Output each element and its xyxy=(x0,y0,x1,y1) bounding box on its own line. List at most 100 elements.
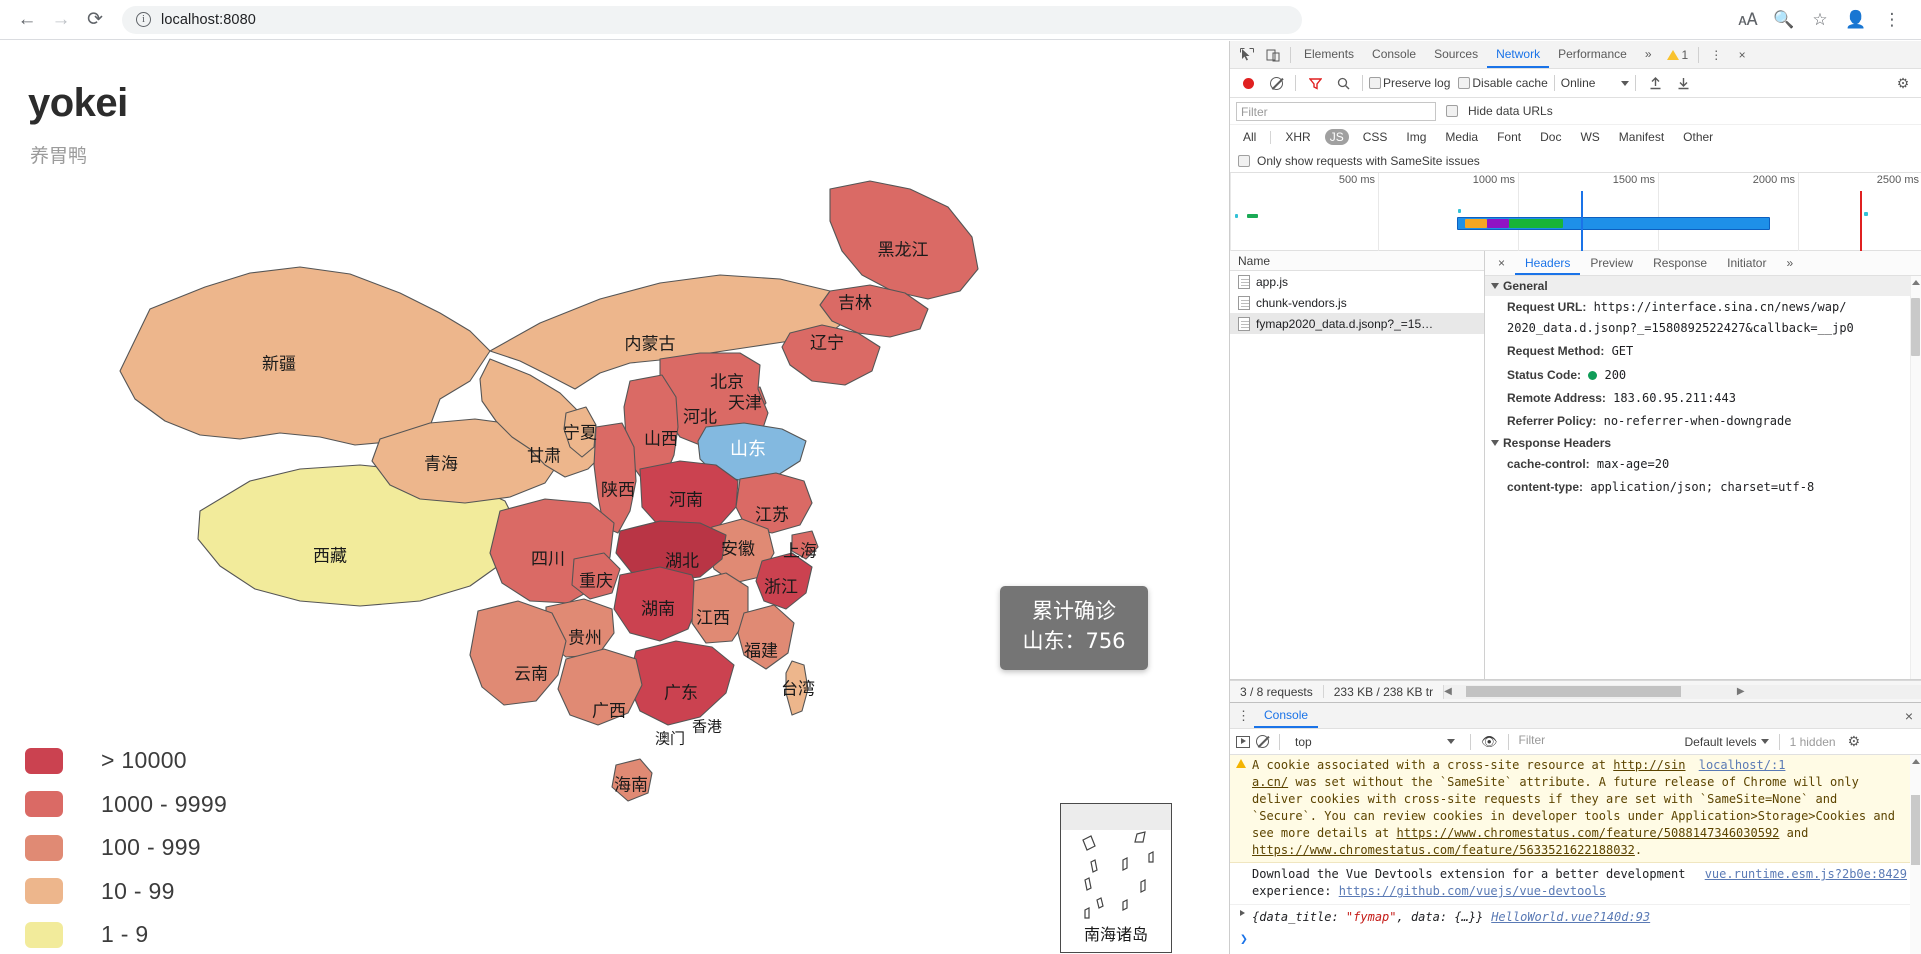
request-headers-scroll[interactable]: General Request URL: https://interface.s… xyxy=(1485,276,1921,679)
execution-context-icon[interactable] xyxy=(1236,735,1250,748)
scrollbar-thumb[interactable] xyxy=(1911,795,1920,865)
preserve-log-checkbox[interactable] xyxy=(1369,77,1381,89)
console-clear-icon[interactable] xyxy=(1256,735,1269,748)
throttling-select[interactable]: Online xyxy=(1561,76,1630,90)
network-settings-gear-icon[interactable]: ⚙ xyxy=(1890,70,1916,96)
type-filter-img[interactable]: Img xyxy=(1401,129,1431,145)
profile-icon[interactable]: 👤 xyxy=(1841,5,1871,35)
browser-menu-icon[interactable]: ⋮ xyxy=(1877,5,1907,35)
legend-swatch xyxy=(25,834,63,861)
detail-tab-initiator[interactable]: Initiator xyxy=(1717,251,1776,275)
object-string: "fymap" xyxy=(1345,910,1397,925)
import-har-icon[interactable] xyxy=(1642,70,1668,96)
type-filter-css[interactable]: CSS xyxy=(1358,129,1393,145)
disable-cache-checkbox[interactable] xyxy=(1458,77,1471,89)
warn-link-4[interactable]: https://www.chromestatus.com/feature/563… xyxy=(1252,843,1635,857)
reload-icon[interactable]: ⟳ xyxy=(78,3,112,37)
console-message-info[interactable]: Download the Vue Devtools extension for … xyxy=(1230,863,1921,906)
request-row[interactable]: app.js xyxy=(1230,271,1484,292)
object-source-link[interactable]: HelloWorld.vue?140d:93 xyxy=(1491,909,1650,926)
header-status-code: Status Code: 200 xyxy=(1485,364,1921,387)
scroll-up-icon[interactable] xyxy=(1912,280,1920,285)
type-filter-xhr[interactable]: XHR xyxy=(1280,129,1315,145)
tab-sources[interactable]: Sources xyxy=(1425,41,1487,68)
request-row-selected[interactable]: fymap2020_data.d.jsonp?_=15… xyxy=(1230,313,1484,334)
legend-item[interactable]: 1000 - 9999 xyxy=(25,783,227,827)
devtools-close-icon[interactable]: × xyxy=(1729,42,1755,68)
warn-link-1[interactable]: http://sin xyxy=(1613,758,1685,772)
legend-item[interactable]: > 10000 xyxy=(25,739,227,783)
detail-tab-response[interactable]: Response xyxy=(1643,251,1717,275)
general-section-header[interactable]: General xyxy=(1485,276,1921,296)
detail-tab-headers[interactable]: Headers xyxy=(1515,251,1581,275)
warn-link-3[interactable]: https://www.chromestatus.com/feature/508… xyxy=(1397,826,1780,840)
site-info-icon[interactable]: i xyxy=(136,12,151,27)
warn-link-2[interactable]: a.cn/ xyxy=(1252,775,1288,789)
search-icon[interactable] xyxy=(1330,70,1356,96)
console-settings-gear-icon[interactable]: ⚙ xyxy=(1848,733,1861,750)
console-messages[interactable]: A cookie associated with a cross-site re… xyxy=(1230,755,1921,954)
type-filter-manifest[interactable]: Manifest xyxy=(1614,129,1669,145)
devtools-menu-icon[interactable]: ⋮ xyxy=(1703,42,1729,68)
console-prompt[interactable]: ❯ xyxy=(1230,930,1921,950)
console-vertical-scrollbar[interactable] xyxy=(1910,755,1921,954)
tab-elements[interactable]: Elements xyxy=(1295,41,1363,68)
detail-more-tabs-icon[interactable]: » xyxy=(1776,251,1803,275)
tab-console[interactable]: Console xyxy=(1363,41,1425,68)
console-context-select[interactable]: top xyxy=(1290,735,1460,749)
export-har-icon[interactable] xyxy=(1670,70,1696,96)
legend-item[interactable]: 1 - 9 xyxy=(25,913,227,954)
type-filter-font[interactable]: Font xyxy=(1492,129,1526,145)
detail-horizontal-scrollbar[interactable]: ◀ ▶ xyxy=(1443,684,1921,699)
type-filter-other[interactable]: Other xyxy=(1678,129,1718,145)
filter-funnel-icon[interactable] xyxy=(1302,70,1328,96)
clear-icon[interactable] xyxy=(1263,70,1289,96)
hide-data-urls-checkbox[interactable] xyxy=(1446,105,1458,117)
device-toggle-icon[interactable] xyxy=(1260,42,1286,68)
response-section-header[interactable]: Response Headers xyxy=(1485,433,1921,454)
type-filter-js[interactable]: JS xyxy=(1324,129,1349,145)
info-link[interactable]: https://github.com/vuejs/vue-devtools xyxy=(1339,884,1606,898)
tab-network[interactable]: Network xyxy=(1487,41,1550,68)
request-row[interactable]: chunk-vendors.js xyxy=(1230,292,1484,313)
translate-icon[interactable]: 🗚 xyxy=(1733,5,1763,35)
type-filter-media[interactable]: Media xyxy=(1440,129,1483,145)
record-icon[interactable] xyxy=(1235,70,1261,96)
request-name: fymap2020_data.d.jsonp?_=15… xyxy=(1256,316,1434,331)
detail-close-icon[interactable]: × xyxy=(1488,251,1515,275)
back-icon[interactable]: ← xyxy=(10,3,44,37)
console-levels-select[interactable]: Default levels xyxy=(1685,735,1769,749)
type-filter-doc[interactable]: Doc xyxy=(1535,129,1566,145)
scrollbar-thumb[interactable] xyxy=(1911,298,1920,356)
warning-badge[interactable]: 1 xyxy=(1661,48,1695,62)
tab-performance[interactable]: Performance xyxy=(1549,41,1636,68)
more-tabs-icon[interactable]: » xyxy=(1636,41,1661,68)
detail-tab-preview[interactable]: Preview xyxy=(1580,251,1643,275)
legend-item[interactable]: 100 - 999 xyxy=(25,826,227,870)
drawer-tab-console[interactable]: Console xyxy=(1254,703,1319,728)
zoom-icon[interactable]: 🔍 xyxy=(1769,5,1799,35)
warn-source-link[interactable]: localhost/:1 xyxy=(1699,758,1786,772)
star-icon[interactable]: ☆ xyxy=(1805,5,1835,35)
expand-arrow-icon[interactable] xyxy=(1240,910,1245,917)
live-expression-eye-icon[interactable]: 👁 xyxy=(1481,734,1498,750)
tooltip-value: 山东：756 xyxy=(1022,629,1126,654)
inspect-cursor-icon[interactable] xyxy=(1234,42,1260,68)
info-source-link[interactable]: vue.runtime.esm.js?2b0e:8429 xyxy=(1705,866,1907,900)
request-count: 3 / 8 requests xyxy=(1240,684,1313,699)
type-filter-ws[interactable]: WS xyxy=(1575,129,1604,145)
samesite-checkbox[interactable] xyxy=(1238,154,1250,167)
network-overview-timeline[interactable]: 500 ms 1000 ms 1500 ms 2000 ms 2500 ms xyxy=(1230,173,1921,251)
type-filter-all[interactable]: All xyxy=(1238,129,1261,145)
scroll-up-icon[interactable] xyxy=(1911,759,1920,764)
console-message-warning[interactable]: A cookie associated with a cross-site re… xyxy=(1230,755,1921,864)
drawer-menu-icon[interactable]: ⋮ xyxy=(1234,708,1254,724)
address-bar[interactable]: i localhost:8080 xyxy=(122,5,1302,34)
console-filter-input[interactable]: Filter xyxy=(1519,733,1679,751)
network-filter-input[interactable]: Filter xyxy=(1236,101,1436,121)
console-message-object[interactable]: {data_title: "fymap", data: {…}} HelloWo… xyxy=(1230,905,1921,930)
legend-item[interactable]: 10 - 99 xyxy=(25,870,227,914)
headers-vertical-scrollbar[interactable] xyxy=(1910,276,1921,679)
drawer-close-icon[interactable]: × xyxy=(1905,708,1921,724)
forward-icon[interactable]: → xyxy=(44,3,78,37)
